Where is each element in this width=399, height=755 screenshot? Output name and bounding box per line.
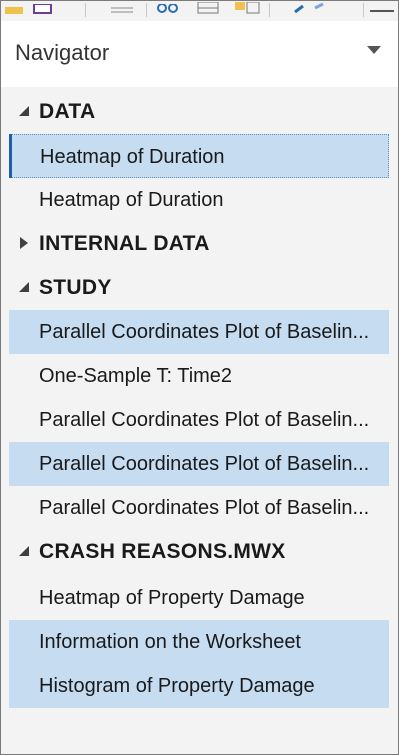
caret-expanded-icon[interactable] (17, 103, 31, 119)
list-item[interactable]: Information on the Worksheet (9, 620, 389, 664)
group-header-data[interactable]: DATA (9, 90, 389, 134)
group-label: CRASH REASONS.MWX (39, 540, 286, 563)
caret-expanded-icon[interactable] (17, 543, 31, 559)
window-icon[interactable] (370, 1, 396, 13)
item-label: Histogram of Property Damage (39, 675, 315, 697)
list-item[interactable]: Parallel Coordinates Plot of Baselin... (9, 442, 389, 486)
group-label: STUDY (39, 276, 112, 299)
list-item[interactable]: Parallel Coordinates Plot of Baselin... (9, 310, 389, 354)
worksheet-icon[interactable] (33, 1, 53, 14)
navigator-tree: DATA Heatmap of Duration Heatmap of Dura… (9, 90, 389, 710)
toolbar (1, 1, 398, 22)
list-item[interactable]: Heatmap of Property Damage (9, 576, 389, 620)
caret-collapsed-icon[interactable] (17, 235, 31, 251)
item-label: Information on the Worksheet (39, 631, 301, 653)
group-header-internal-data[interactable]: INTERNAL DATA (9, 222, 389, 266)
panel-title: Navigator (15, 40, 110, 65)
toolbar-separator (85, 3, 86, 17)
item-label: Heatmap of Duration (39, 189, 224, 211)
list-item[interactable]: Parallel Coordinates Plot of Baselin... (9, 486, 389, 530)
item-label: Heatmap of Property Damage (39, 587, 305, 609)
tree-empty-area (9, 710, 389, 750)
table-icon[interactable] (109, 1, 135, 13)
layout-icon[interactable] (196, 1, 220, 14)
arrow-icon[interactable] (293, 1, 327, 14)
note-icon[interactable] (235, 1, 261, 14)
group-header-study[interactable]: STUDY (9, 266, 389, 310)
list-item[interactable]: Heatmap of Duration (9, 178, 389, 222)
item-label: Parallel Coordinates Plot of Baselin... (39, 497, 370, 519)
navigator-header: Navigator (1, 21, 398, 87)
toolbar-separator (269, 3, 270, 17)
caret-expanded-icon[interactable] (17, 279, 31, 295)
list-item[interactable]: Histogram of Property Damage (9, 664, 389, 708)
toolbar-separator (146, 3, 147, 17)
group-label: INTERNAL DATA (39, 232, 210, 255)
item-label: Heatmap of Duration (40, 146, 225, 168)
item-label: Parallel Coordinates Plot of Baselin... (39, 409, 370, 431)
group-header-crash-reasons[interactable]: CRASH REASONS.MWX (9, 530, 389, 574)
toolbar-separator (363, 3, 364, 17)
link-icon[interactable] (156, 1, 182, 13)
chevron-down-icon[interactable] (366, 43, 382, 55)
navigator-panel: Navigator DATA Heatmap of Duration Heatm… (0, 0, 399, 755)
list-item[interactable]: One-Sample T: Time2 (9, 354, 389, 398)
item-label: Parallel Coordinates Plot of Baselin... (39, 321, 370, 343)
list-item[interactable]: Heatmap of Duration (9, 134, 389, 178)
item-label: One-Sample T: Time2 (39, 365, 233, 387)
folder-icon[interactable] (5, 1, 25, 14)
group-label: DATA (39, 100, 96, 123)
item-label: Parallel Coordinates Plot of Baselin... (39, 453, 370, 475)
list-item[interactable]: Parallel Coordinates Plot of Baselin... (9, 398, 389, 442)
